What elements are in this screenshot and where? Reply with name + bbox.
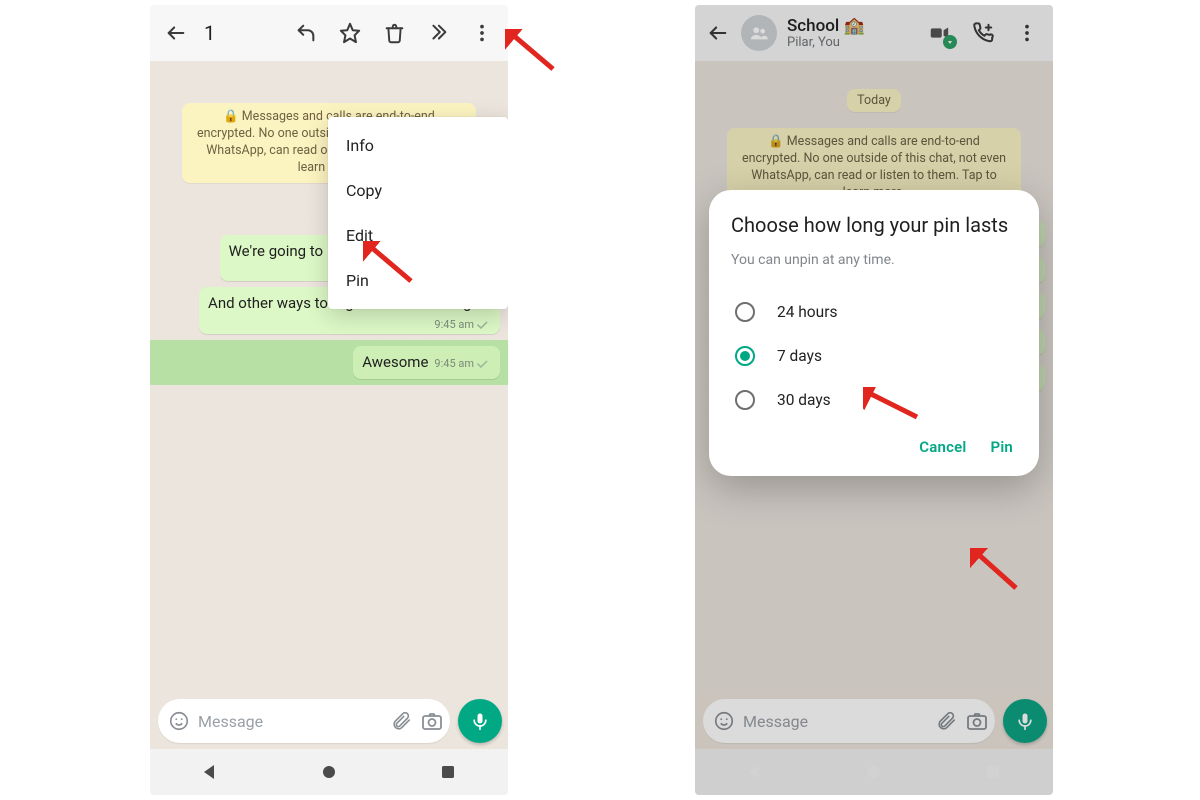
radio-icon	[735, 346, 755, 366]
message-bubble: Awesome 9:45 am	[353, 346, 500, 379]
android-navbar	[150, 749, 508, 795]
menu-item-copy[interactable]: Copy	[328, 168, 508, 213]
mic-button[interactable]	[458, 699, 502, 743]
nav-back[interactable]	[199, 761, 221, 783]
pin-duration-dialog: Choose how long your pin lasts You can u…	[709, 190, 1039, 476]
check-icon	[477, 359, 491, 369]
dialog-cancel-button[interactable]: Cancel	[919, 438, 966, 456]
trash-icon	[384, 23, 405, 44]
attach-icon[interactable]	[390, 710, 412, 732]
star-button[interactable]	[330, 13, 370, 53]
radio-icon	[735, 390, 755, 410]
annotation-arrow-icon	[505, 29, 555, 71]
radio-label: 7 days	[777, 347, 822, 365]
radio-label: 24 hours	[777, 303, 837, 321]
more-vert-icon	[471, 22, 493, 44]
menu-item-pin[interactable]: Pin	[328, 258, 508, 303]
selection-count: 1	[204, 21, 215, 45]
mic-icon	[470, 711, 490, 731]
radio-option-30d[interactable]: 30 days	[731, 378, 1017, 422]
more-button[interactable]	[462, 13, 502, 53]
reply-button[interactable]	[286, 13, 326, 53]
dialog-subtitle: You can unpin at any time.	[731, 252, 1017, 268]
dialog-actions: Cancel Pin	[731, 422, 1017, 466]
delete-button[interactable]	[374, 13, 414, 53]
chat-body: 🔒 Messages and calls are end-to-end encr…	[150, 61, 508, 693]
radio-label: 30 days	[777, 391, 831, 409]
message-meta: 9:45 am	[434, 357, 491, 371]
radio-icon	[735, 302, 755, 322]
menu-item-info[interactable]: Info	[328, 123, 508, 168]
phone-left: 1 🔒 Messages and calls are end-to-end en…	[150, 5, 508, 795]
selection-header: 1	[150, 5, 508, 61]
star-icon	[339, 22, 361, 44]
overflow-menu: Info Copy Edit Pin	[328, 117, 508, 309]
composer: Message	[150, 693, 508, 749]
composer-field[interactable]: Message	[158, 699, 450, 743]
phone-right: School 🏫 Pilar, You Today 🔒 Messages and…	[695, 5, 1053, 795]
nav-recent[interactable]	[437, 761, 459, 783]
message-text: Awesome	[362, 353, 428, 371]
dialog-title: Choose how long your pin lasts	[731, 212, 1017, 238]
emoji-icon	[168, 710, 190, 732]
radio-option-24h[interactable]: 24 hours	[731, 290, 1017, 334]
message-meta: 9:45 am	[434, 318, 491, 332]
reply-icon	[295, 22, 317, 44]
nav-home[interactable]	[318, 761, 340, 783]
camera-icon[interactable]	[420, 709, 444, 733]
back-button[interactable]	[156, 13, 196, 53]
forward-button[interactable]	[418, 13, 458, 53]
dialog-pin-button[interactable]: Pin	[991, 438, 1014, 456]
arrow-left-icon	[165, 22, 187, 44]
forward-icon	[427, 22, 449, 44]
message-row-selected[interactable]: Awesome 9:45 am	[150, 340, 508, 385]
composer-placeholder: Message	[198, 712, 382, 731]
check-icon	[477, 320, 491, 330]
radio-option-7d[interactable]: 7 days	[731, 334, 1017, 378]
menu-item-edit[interactable]: Edit	[328, 213, 508, 258]
